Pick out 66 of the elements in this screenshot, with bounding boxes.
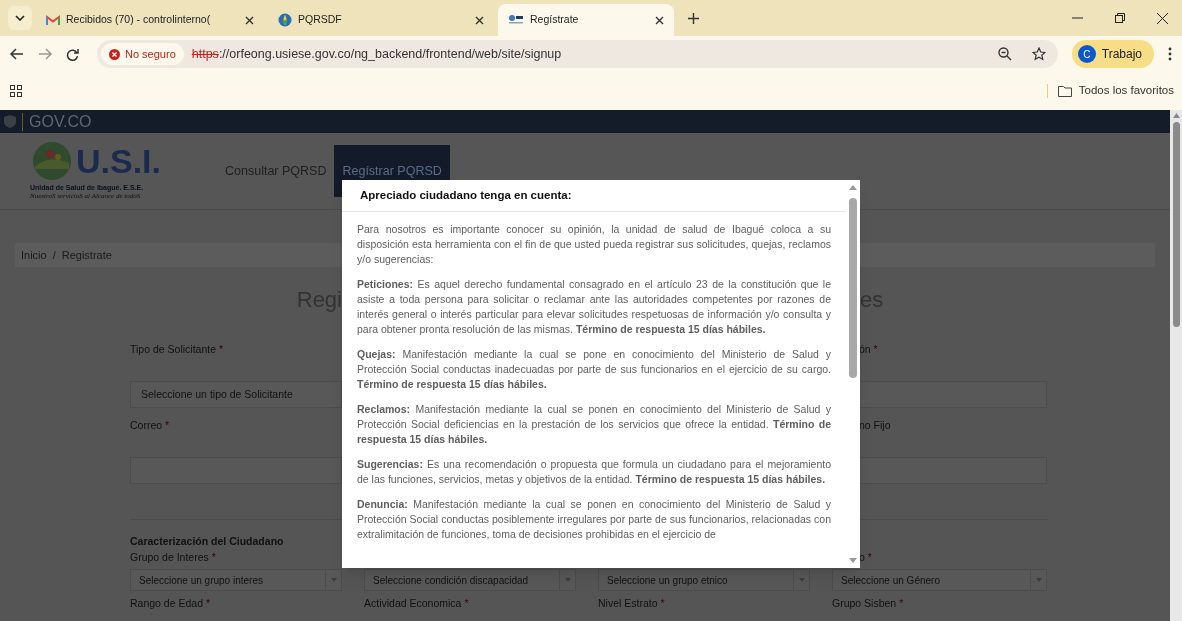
tab-title: Recibidos (70) - controlinterno( — [66, 12, 212, 28]
warning-icon — [109, 48, 120, 60]
close-icon[interactable] — [655, 15, 664, 25]
apps-icon[interactable] — [10, 85, 22, 97]
scroll-down-icon[interactable] — [849, 558, 857, 563]
field-label: Rango de Edad * — [130, 596, 210, 612]
browser-tab[interactable]: PQRSDF — [268, 4, 494, 36]
folder-icon — [1057, 85, 1072, 97]
select-field[interactable]: Seleccione un grupo etnico — [598, 569, 810, 591]
restore-icon[interactable] — [1115, 13, 1125, 23]
bookmarks-folder[interactable]: Todos los favoritos — [1057, 82, 1174, 100]
site-logo-icon — [508, 14, 524, 26]
scroll-up-icon[interactable] — [1172, 113, 1180, 118]
field-label: ón * — [859, 342, 878, 358]
breadcrumb-current: Registrate — [61, 247, 112, 263]
browser-tab[interactable]: Recibidos (70) - controlinterno( — [36, 4, 264, 36]
scrollbar-thumb[interactable] — [849, 198, 857, 378]
select-field[interactable]: Seleccione un grupo interes — [130, 569, 342, 591]
mail-icon — [46, 14, 60, 26]
field-label: Actividad Economica * — [364, 596, 469, 612]
input-field[interactable]: Seleccione un tipo de Solicitante — [130, 381, 342, 408]
address-bar[interactable]: No seguro https://orfeong.usiese.gov.co/ng_backend/frontend/web/site/signup — [97, 40, 1058, 68]
logo-icon — [30, 141, 74, 181]
brand-text: U.S.I. — [76, 143, 162, 179]
back-icon[interactable] — [10, 48, 24, 60]
field-label: no Fijo — [859, 418, 891, 434]
field-label: Correo * — [130, 418, 170, 434]
field-label: Tipo de Solicitante * — [130, 342, 223, 358]
chevron-down-icon — [15, 14, 25, 21]
close-icon[interactable] — [1157, 12, 1168, 24]
dialog-paragraph: Reclamos: Manifestación mediante la cual se ponen en conocimiento del Ministerio de Salud y Protección Social deficiencias en la prestación de los servicios que ofrece la entidad. Término de respuesta 15 días hábiles. — [357, 402, 831, 447]
dialog-paragraph: Denuncia: Manifestación mediante la cual se ponen en conocimiento del Ministerio de Salud y Protección Social conductas posiblemente irregulares por parte de sus funcionarios, relacionadas con extralimitación de funciones, toma de decisiones prohibidas en el ejercicio de — [357, 497, 831, 542]
dialog-paragraph: Sugerencias: Es una recomendación o propuesta que formula un ciudadano para el mejoramiento de las funciones, servicios, metas y objetivos de la entidad. Término de respuesta 15 días hábiles. — [357, 457, 831, 487]
reload-icon[interactable] — [66, 47, 79, 61]
close-icon[interactable] — [245, 15, 254, 25]
tab-list-button[interactable] — [8, 5, 32, 30]
dialog-paragraph: Quejas: Manifestación mediante la cual se pone en conocimiento del Ministerio de Salud y Protección Social conductas inadecuadas por parte de sus funcionarios en el ejercicio de su cargo. Término de respuesta 15 días hábiles. — [357, 347, 831, 392]
url-text: https://orfeong.usiese.gov.co/ng_backend/frontend/web/site/signup — [191, 45, 562, 63]
globe-icon — [278, 13, 292, 27]
dialog-paragraph: Peticiones: Es aquel derecho fundamental consagrado en el artículo 23 de la constitución que le asiste a toda persona para solicitar o reclamar ante las autoridades competentes por razones de interés general o interés particular para elevar solicitudes respetuosas de información y/o consulta y para obtener pronta resolución de las mismas. Término de respuesta 15 días hábiles. — [357, 277, 831, 337]
security-chip[interactable]: No seguro — [101, 43, 184, 65]
scroll-up-icon[interactable] — [849, 185, 857, 190]
field-label: Grupo Sisben * — [832, 596, 904, 612]
field-label: Grupo de Interes * — [130, 550, 216, 566]
shield-icon — [4, 115, 16, 128]
breadcrumb-separator: / — [52, 247, 56, 263]
forward-icon[interactable] — [38, 48, 52, 60]
new-tab-icon[interactable] — [688, 12, 699, 24]
more-icon[interactable] — [1168, 47, 1172, 61]
avatar: C — [1077, 45, 1096, 63]
select-field[interactable]: Seleccione condición discapacidad — [364, 569, 576, 591]
field-label: Nivel Estrato * — [598, 596, 665, 612]
profile-button[interactable]: C Trabajo — [1071, 40, 1154, 68]
zoom-out-icon[interactable] — [997, 47, 1012, 61]
browser-tab[interactable]: Regístrate — [498, 4, 674, 36]
tab-title: Regístrate — [530, 12, 580, 28]
input-field[interactable] — [130, 457, 342, 484]
scrollbar-thumb[interactable] — [1172, 122, 1180, 327]
gov-logo-text: GOV.CO — [22, 112, 92, 131]
star-icon[interactable] — [1031, 47, 1046, 61]
tab-title: PQRSDF — [298, 12, 343, 28]
select-field[interactable]: Seleccione un Género — [832, 569, 1047, 591]
breadcrumb-link[interactable]: Inicio — [21, 246, 47, 264]
close-icon[interactable] — [475, 15, 484, 25]
section-title: Caracterización del Ciudadano — [130, 535, 284, 547]
dialog-paragraph: Para nosotros es importante conocer su opinión, la unidad de salud de Ibagué coloca a su disposición esta herramienta con el fin de que usted pueda registrar sus solicitudes, quejas, reclamos y/o sugerencias: — [357, 222, 831, 267]
